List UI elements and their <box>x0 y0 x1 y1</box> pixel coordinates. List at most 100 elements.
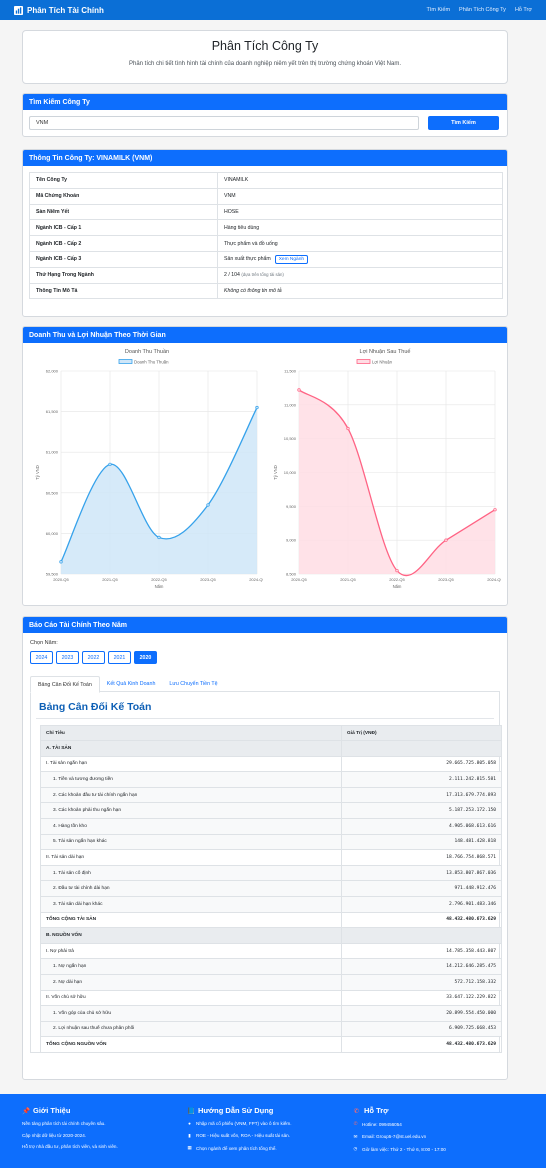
info-value: Sản xuất thực phẩm <box>224 255 271 262</box>
row-value: 20.899.554.450.000 <box>341 1005 502 1022</box>
footer-hotline[interactable]: Hotline: 099456054 <box>362 1122 402 1127</box>
chart-title: Doanh Thu Thuần <box>125 349 169 355</box>
y-tick-label: 9,000 <box>286 538 297 543</box>
nav-links: Tìm Kiếm Phân Tích Công Ty Hỗ Trợ <box>427 7 532 13</box>
table-row: 1. Tài sản cố định 13.853.807.867.036 <box>40 864 502 882</box>
footer-guide: 📘 Hướng Dẫn Sử Dụng ● Nhập mã cổ phiếu (VN… <box>187 1106 291 1158</box>
phone-small-icon: ✆ <box>353 1121 358 1126</box>
footer-about-line: Hỗ trợ nhà đầu tư, phân tích viên, và si… <box>22 1144 118 1149</box>
building-icon: ▦ <box>187 1145 192 1150</box>
x-tick-label: 2023-Q5 <box>200 577 216 582</box>
info-key: Sàn Niêm Yết <box>29 203 218 221</box>
row-label: 1. Vốn góp của chủ sở hữu <box>40 1005 342 1022</box>
row-label: 3. Các khoản phải thu ngắn hạn <box>40 802 342 819</box>
info-row: Tên Công Ty VINAMILK <box>29 172 503 189</box>
info-key: Thứ Hạng Trong Ngành <box>29 266 218 284</box>
nav-link-company[interactable]: Phân Tích Công Ty <box>459 7 506 13</box>
footer-email[interactable]: Email: Group5-7@st.uel.edu.vn <box>362 1134 426 1139</box>
nav-link-support[interactable]: Hỗ Trợ <box>515 7 532 13</box>
search-input[interactable] <box>29 116 419 130</box>
footer-hours: Giờ làm việc: Thứ 2 - Thứ 6, 8:00 - 17:0… <box>362 1146 446 1152</box>
y-tick-label: 62,000 <box>46 369 59 374</box>
table-row: 3. Tài sản dài hạn khác 2.796.901.483.346 <box>40 895 502 913</box>
row-value: 971.448.912.476 <box>341 880 502 897</box>
search-header: Tìm Kiếm Công Ty <box>23 94 507 110</box>
book-icon: 📘 <box>187 1107 196 1115</box>
navbar: Phân Tích Tài Chính Tìm Kiếm Phân Tích C… <box>0 0 546 20</box>
search-button[interactable]: Tìm Kiếm <box>428 116 499 130</box>
year-button-2021[interactable]: 2021 <box>108 651 131 664</box>
chart-icon: ▮ <box>188 1132 191 1138</box>
row-label: 1. Tài sản cố định <box>40 864 342 882</box>
info-value: Hàng tiêu dùng <box>217 219 503 237</box>
page-subtitle: Phân tích chi tiết tình hình tài chính c… <box>128 61 402 67</box>
info-value-cell: Sản xuất thực phẩm Xem Ngành <box>217 250 503 268</box>
chart-icon <box>14 5 23 15</box>
y-tick-label: 60,500 <box>46 490 59 495</box>
tab-cash-flow[interactable]: Lưu Chuyển Tiền Tệ <box>162 676 224 691</box>
tab-income-statement[interactable]: Kết Quả Kinh Doanh <box>100 676 163 691</box>
x-tick-label: 2022-Q5 <box>151 577 167 582</box>
row-label: 1. Tiền và tương đương tiền <box>40 771 342 788</box>
row-label: TỔNG CỘNG TÀI SẢN <box>40 911 342 929</box>
year-button-2023[interactable]: 2023 <box>56 651 79 664</box>
legend-swatch <box>356 359 371 364</box>
year-button-2020[interactable]: 2020 <box>134 651 157 664</box>
footer-about: 📌 Giới Thiệu Nền tảng phân tích tài chính… <box>22 1106 118 1156</box>
year-selector: 2024 2023 2022 2021 2020 <box>30 651 500 664</box>
table-row: 2. Lợi nhuận sau thuế chưa phân phối 6.90… <box>40 1020 502 1038</box>
table-row: 4. Hàng tồn kho 4.905.068.613.616 <box>40 817 502 835</box>
data-point <box>444 538 448 542</box>
table-row: II. Vốn chủ sở hữu 33.647.122.229.822 <box>40 989 502 1007</box>
data-point <box>108 462 112 467</box>
year-button-2022[interactable]: 2022 <box>82 651 105 664</box>
info-key: Ngành ICB - Cấp 3 <box>29 250 218 268</box>
page-title: Phân Tích Công Ty <box>211 39 319 53</box>
year-button-2024[interactable]: 2024 <box>30 651 53 664</box>
footer-guide-title: Hướng Dẫn Sử Dụng <box>198 1106 274 1115</box>
table-row: 1. Tiền và tương đương tiền 2.111.242.815… <box>40 771 502 788</box>
info-row: Sàn Niêm Yết HOSE <box>29 203 503 221</box>
view-industry-button[interactable]: Xem Ngành <box>274 254 309 264</box>
row-value <box>341 740 502 757</box>
row-value: 2.796.901.483.346 <box>341 895 502 913</box>
row-value: 48.432.480.673.629 <box>341 911 502 929</box>
info-value: Không có thông tin mô tả <box>217 282 503 300</box>
y-tick-label: 59,500 <box>46 572 59 577</box>
tab-balance-sheet[interactable]: Bảng Cân Đối Kế Toán <box>30 676 100 693</box>
row-value: 33.647.122.229.822 <box>341 989 502 1007</box>
x-tick-label: 2022-Q5 <box>389 577 405 582</box>
row-label: A. TÀI SẢN <box>40 740 342 757</box>
row-value: 148.481.428.818 <box>341 833 502 851</box>
y-tick-label: 9,500 <box>286 504 297 509</box>
info-row: Ngành ICB - Cấp 1 Hàng tiêu dùng <box>29 219 503 237</box>
balance-sheet-pane: Bảng Cân Đối Kế Toán Chỉ Tiêu Giá Trị (V… <box>30 692 502 1053</box>
balance-sheet-table: Chỉ Tiêu Giá Trị (VNĐ) A. TÀI SẢN I. Tài … <box>40 725 502 1053</box>
x-tick-label: 2024-Q5 <box>249 577 263 582</box>
brand[interactable]: Phân Tích Tài Chính <box>14 5 104 15</box>
y-tick-label: 8,500 <box>286 572 297 577</box>
table-row: 3. Các khoản phải thu ngắn hạn 5.187.253.… <box>40 802 502 819</box>
info-row: Thứ Hạng Trong Ngành 2 / 104 (dựa trên tổ… <box>29 266 503 284</box>
nav-link-search[interactable]: Tìm Kiếm <box>427 7 451 13</box>
row-value: 18.766.754.868.571 <box>341 849 502 866</box>
row-label: 2. Lợi nhuận sau thuế chưa phân phối <box>40 1020 342 1038</box>
y-tick-label: 61,000 <box>46 450 59 455</box>
data-point <box>206 503 210 507</box>
row-label: 2. Nợ dài hạn <box>40 973 342 991</box>
info-row: Ngành ICB - Cấp 2 Thực phẩm và đồ uống <box>29 235 503 252</box>
info-key: Mã Chứng Khoán <box>29 187 218 205</box>
info-row: Mã Chứng Khoán VNM <box>29 187 503 205</box>
pin-icon: 📌 <box>22 1107 31 1115</box>
y-tick-label: 10,000 <box>284 470 297 475</box>
data-point <box>346 426 350 431</box>
balance-sheet-title: Bảng Cân Đối Kế Toán <box>39 701 152 713</box>
y-axis-label: Tỷ VND <box>273 465 278 480</box>
row-value: 29.665.725.805.058 <box>341 755 502 773</box>
column-header-item: Chỉ Tiêu <box>40 725 342 741</box>
footer-guide-line: Nhập mã cổ phiếu (VNM, FPT) vào ô tìm ki… <box>196 1121 292 1126</box>
table-row: 2. Nợ dài hạn 572.712.158.332 <box>40 973 502 991</box>
report-header: Báo Cáo Tài Chính Theo Năm <box>23 617 507 633</box>
footer-about-line: Cập nhật dữ liệu từ 2020-2024. <box>22 1132 87 1138</box>
x-tick-label: 2020-Q5 <box>53 577 69 582</box>
